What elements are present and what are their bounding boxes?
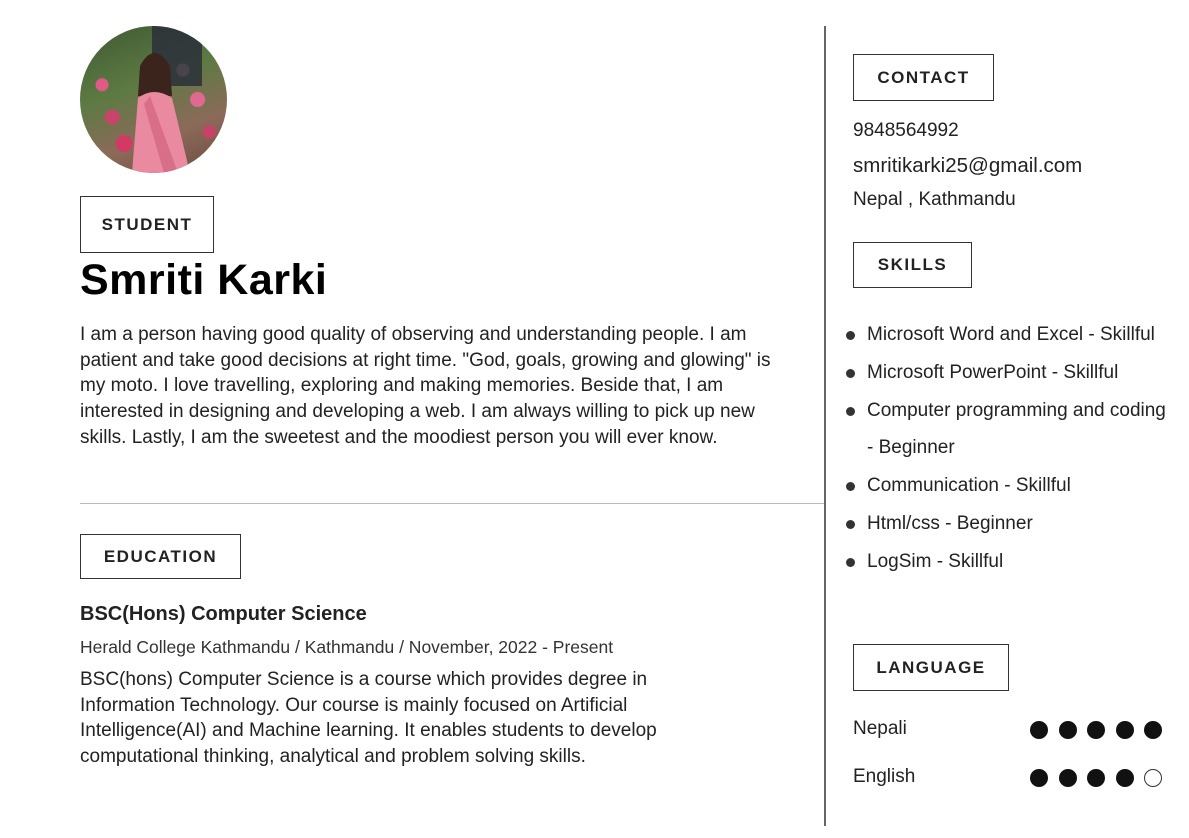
full-name: Smriti Karki [80, 256, 328, 304]
empty-dot-icon [1144, 769, 1162, 787]
bio-paragraph: I am a person having good quality of obs… [80, 324, 771, 448]
filled-dot-icon [1087, 721, 1105, 739]
section-divider [80, 503, 825, 504]
skill-label: Microsoft PowerPoint - Skillful [867, 361, 1119, 383]
bullet-icon [846, 557, 855, 567]
filled-dot-icon [1144, 721, 1162, 739]
bullet-icon [846, 406, 855, 416]
role-tag-label: STUDENT [101, 214, 193, 234]
skill-item: Microsoft PowerPoint - Skillful [846, 354, 1166, 392]
filled-dot-icon [1058, 721, 1077, 739]
skill-label: Microsoft Word and Excel - Skillful [867, 324, 1155, 345]
contact-phone: 9848564992 [853, 120, 959, 141]
sidebar-column: CONTACT 9848564992 smritikarki25@gmail.c… [846, 0, 1183, 838]
proficiency-dots [1030, 769, 1173, 787]
skill-item: Communication - Skillful [846, 467, 1166, 505]
bullet-icon [846, 482, 855, 492]
bullet-icon [846, 519, 855, 529]
profile-photo-figure [132, 26, 202, 173]
column-separator [824, 26, 826, 826]
filled-dot-icon [1058, 769, 1077, 787]
language-name: Nepali [853, 718, 907, 739]
main-column: STUDENT Smriti Karki I am a person havin… [80, 0, 825, 838]
skills-list: Microsoft Word and Excel - Skillful Micr… [846, 316, 1166, 581]
bullet-icon [846, 331, 855, 340]
skills-heading: SKILLS [853, 242, 972, 288]
language-row-english: English [853, 766, 1165, 790]
contact-heading-label: CONTACT [877, 67, 970, 87]
role-tag: STUDENT [80, 196, 214, 253]
skill-label: LogSim - Skillful [867, 550, 1004, 572]
education-heading-label: EDUCATION [103, 546, 218, 566]
filled-dot-icon [1087, 769, 1105, 787]
language-name: English [853, 766, 916, 787]
education-heading: EDUCATION [80, 534, 241, 579]
filled-dot-icon [1115, 721, 1134, 739]
bullet-icon [846, 368, 855, 378]
profile-photo [80, 26, 227, 173]
proficiency-dots [1030, 721, 1173, 739]
skill-label: Html/css - Beginner [867, 512, 1033, 534]
language-heading-label: LANGUAGE [876, 657, 986, 677]
degree-details: Herald College Kathmandu / Kathmandu / N… [80, 637, 614, 657]
skill-label: Communication - Skillful [867, 475, 1071, 497]
skill-item: Computer programming and coding - Beginn… [846, 392, 1166, 468]
language-row-nepali: Nepali [853, 718, 1165, 742]
language-heading: LANGUAGE [853, 644, 1009, 691]
filled-dot-icon [1115, 769, 1134, 787]
filled-dot-icon [1030, 721, 1048, 739]
skill-item: Html/css - Beginner [846, 505, 1166, 543]
skill-item: LogSim - Skillful [846, 543, 1166, 581]
degree-title: BSC(Hons) Computer Science [80, 603, 367, 625]
skills-heading-label: SKILLS [877, 255, 948, 274]
contact-location: Nepal , Kathmandu [853, 189, 1016, 210]
skill-label: Computer programming and coding - Beginn… [867, 399, 1166, 459]
contact-heading: CONTACT [853, 54, 994, 101]
contact-email: smritikarki25@gmail.com [853, 154, 1083, 177]
filled-dot-icon [1030, 769, 1048, 787]
degree-description: BSC(hons) Computer Science is a course w… [80, 669, 657, 768]
skill-item: Microsoft Word and Excel - Skillful [846, 316, 1166, 354]
